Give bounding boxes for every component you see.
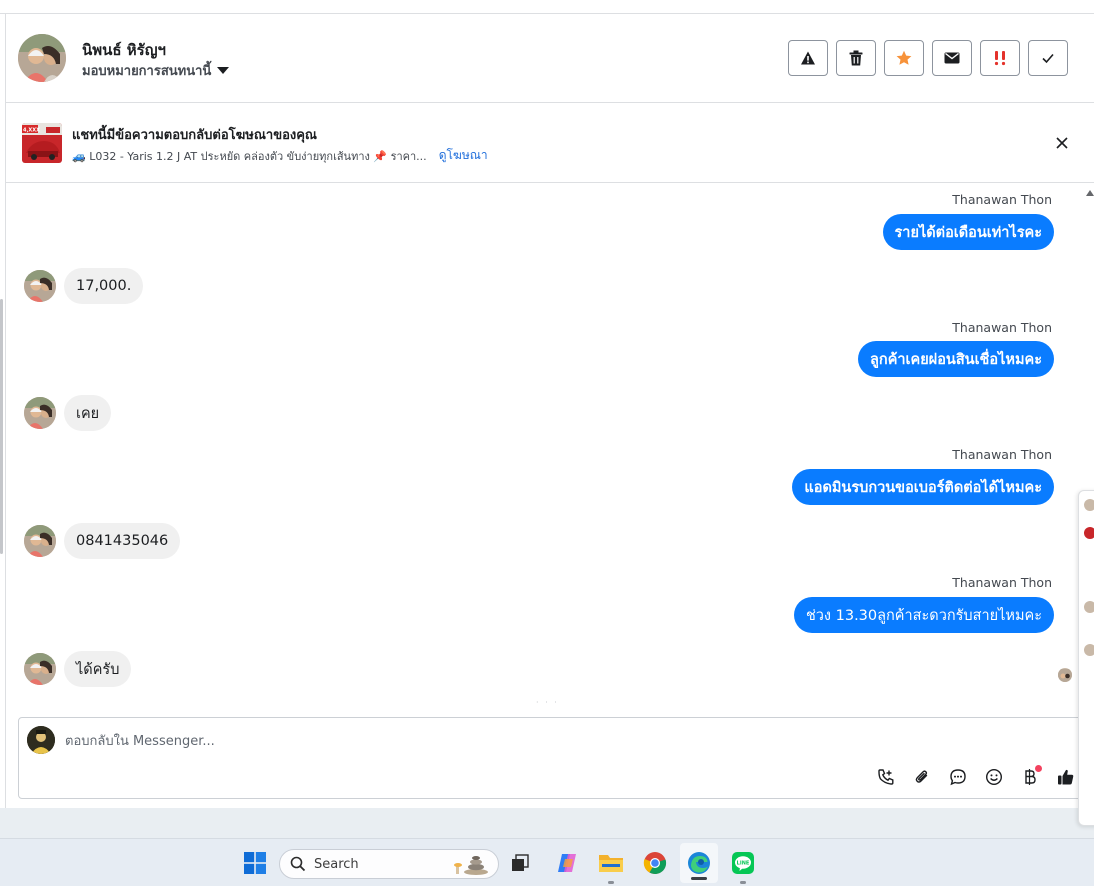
priority-button[interactable] xyxy=(980,40,1020,76)
outgoing-message[interactable]: ช่วง 13.30ลูกค้าสะดวกรับสายไหมคะ xyxy=(793,597,1054,633)
incoming-message-row: ได้ครับ xyxy=(24,651,132,687)
message-thread[interactable]: Thanawan Thon รายได้ต่อเดือนเท่าไรคะ 17,… xyxy=(6,183,1080,703)
scroll-up-arrow-icon[interactable] xyxy=(1086,190,1094,196)
ad-banner-subtitle: 🚙 L032 - Yaris 1.2 J AT ประหยัด คล่องตัว… xyxy=(72,149,427,163)
search-label: Search xyxy=(314,856,359,872)
outgoing-message[interactable]: แอดมินรบกวนขอเบอร์ติดต่อได้ไหมคะ xyxy=(792,469,1054,505)
smiley-icon xyxy=(985,768,1003,786)
task-view-button[interactable] xyxy=(508,839,534,886)
envelope-icon xyxy=(944,52,960,64)
star-button[interactable] xyxy=(884,40,924,76)
ad-banner-subtitle-row: 🚙 L032 - Yaris 1.2 J AT ประหยัด คล่องตัว… xyxy=(72,146,488,165)
phone-plus-icon xyxy=(878,769,894,785)
incoming-message[interactable]: เคย xyxy=(64,395,112,431)
notification-dot xyxy=(1035,765,1042,772)
incoming-message-row: 0841435046 xyxy=(24,523,181,559)
stones-icon xyxy=(454,856,488,875)
delete-button[interactable] xyxy=(836,40,876,76)
reply-composer xyxy=(18,717,1088,799)
incoming-message[interactable]: 0841435046 xyxy=(64,523,181,559)
sender-name: Thanawan Thon xyxy=(952,447,1052,462)
close-icon xyxy=(1056,137,1068,149)
svg-text:LINE: LINE xyxy=(737,861,750,867)
ad-reply-banner: 4,XXX แชทนี้มีข้อความตอบกลับต่อโฆษณาของค… xyxy=(6,103,1094,183)
caret-down-icon xyxy=(217,67,230,74)
contact-avatar[interactable] xyxy=(18,34,66,82)
contact-avatar-small[interactable] xyxy=(24,525,56,557)
seen-receipt-avatar xyxy=(1058,668,1072,682)
left-scrollbar[interactable] xyxy=(0,299,3,554)
scroll-hint: · · · xyxy=(536,698,559,703)
taskbar-search[interactable]: Search xyxy=(279,849,499,879)
composer-tools xyxy=(873,764,1079,790)
contact-avatar-small[interactable] xyxy=(24,397,56,429)
attach-button[interactable] xyxy=(909,764,935,790)
running-indicator xyxy=(740,881,746,884)
done-button[interactable] xyxy=(1028,40,1068,76)
contact-avatar-small[interactable] xyxy=(24,653,56,685)
right-side-panel[interactable] xyxy=(1078,490,1094,826)
trash-icon xyxy=(849,50,863,66)
chrome-icon xyxy=(643,852,667,875)
task-view-icon xyxy=(512,854,529,871)
incoming-message-row: 17,000. xyxy=(24,268,144,304)
check-icon xyxy=(1042,53,1054,64)
saved-replies-button[interactable] xyxy=(945,764,971,790)
file-explorer-button[interactable] xyxy=(596,839,626,886)
outgoing-message[interactable]: รายได้ต่อเดือนเท่าไรคะ xyxy=(882,214,1054,250)
copilot-icon xyxy=(558,854,576,872)
windows-taskbar: Search LINE xyxy=(0,838,1094,886)
incoming-message[interactable]: 17,000. xyxy=(64,268,144,304)
ad-thumbnail[interactable]: 4,XXX xyxy=(22,123,62,163)
ad-banner-title: แชทนี้มีข้อความตอบกลับต่อโฆษณาของคุณ xyxy=(72,128,317,143)
like-button[interactable] xyxy=(1053,764,1079,790)
copilot-button[interactable] xyxy=(552,839,582,886)
thumbs-up-icon xyxy=(1058,769,1074,785)
assign-conversation-dropdown[interactable]: มอบหมายการสนทนานี้ xyxy=(82,60,230,81)
paperclip-icon xyxy=(915,770,928,783)
messenger-app: นิพนธ์ หิรัญฯ มอบหมายการสนทนานี้ 4,XXX แ… xyxy=(0,0,1094,808)
report-button[interactable] xyxy=(788,40,828,76)
windows-logo-icon xyxy=(244,852,266,874)
active-indicator xyxy=(691,877,707,880)
view-ad-link[interactable]: ดูโฆษณา xyxy=(439,146,488,165)
mark-unread-button[interactable] xyxy=(932,40,972,76)
sender-name: Thanawan Thon xyxy=(952,192,1052,207)
line-icon: LINE xyxy=(732,852,754,874)
contact-avatar-small[interactable] xyxy=(24,270,56,302)
side-avatar[interactable] xyxy=(1084,601,1094,613)
edge-button[interactable] xyxy=(680,843,718,883)
priority-icon xyxy=(994,51,1006,66)
incoming-message-row: เคย xyxy=(24,395,112,431)
chat-bubble-icon xyxy=(950,769,966,786)
my-avatar xyxy=(27,726,55,754)
chrome-button[interactable] xyxy=(640,839,670,886)
start-button[interactable] xyxy=(240,839,270,886)
side-avatar[interactable] xyxy=(1084,644,1094,656)
outgoing-message[interactable]: ลูกค้าเคยผ่อนสินเชื่อไหมคะ xyxy=(858,341,1054,377)
contact-name[interactable]: นิพนธ์ หิรัญฯ xyxy=(82,38,166,62)
incoming-message[interactable]: ได้ครับ xyxy=(64,651,132,687)
call-button[interactable] xyxy=(873,764,899,790)
emoji-button[interactable] xyxy=(981,764,1007,790)
star-icon xyxy=(896,50,912,65)
reply-input[interactable] xyxy=(65,728,825,754)
top-strip xyxy=(0,0,1094,14)
assign-label: มอบหมายการสนทนานี้ xyxy=(82,64,212,79)
ad-thumb-badge: 4,XXX xyxy=(23,128,40,134)
line-app-button[interactable]: LINE xyxy=(728,839,758,886)
side-avatar[interactable] xyxy=(1084,499,1094,511)
sender-name: Thanawan Thon xyxy=(952,320,1052,335)
sender-name: Thanawan Thon xyxy=(952,575,1052,590)
running-indicator xyxy=(608,881,614,884)
close-banner-button[interactable] xyxy=(1052,133,1072,153)
header-actions xyxy=(788,40,1068,76)
warning-icon xyxy=(801,51,815,65)
chat-header: นิพนธ์ หิรัญฯ มอบหมายการสนทนานี้ xyxy=(6,14,1094,103)
search-icon xyxy=(290,856,306,872)
folder-icon xyxy=(599,855,623,872)
payment-button[interactable] xyxy=(1017,764,1043,790)
edge-icon xyxy=(688,852,710,874)
side-ad-thumb[interactable] xyxy=(1084,527,1094,539)
